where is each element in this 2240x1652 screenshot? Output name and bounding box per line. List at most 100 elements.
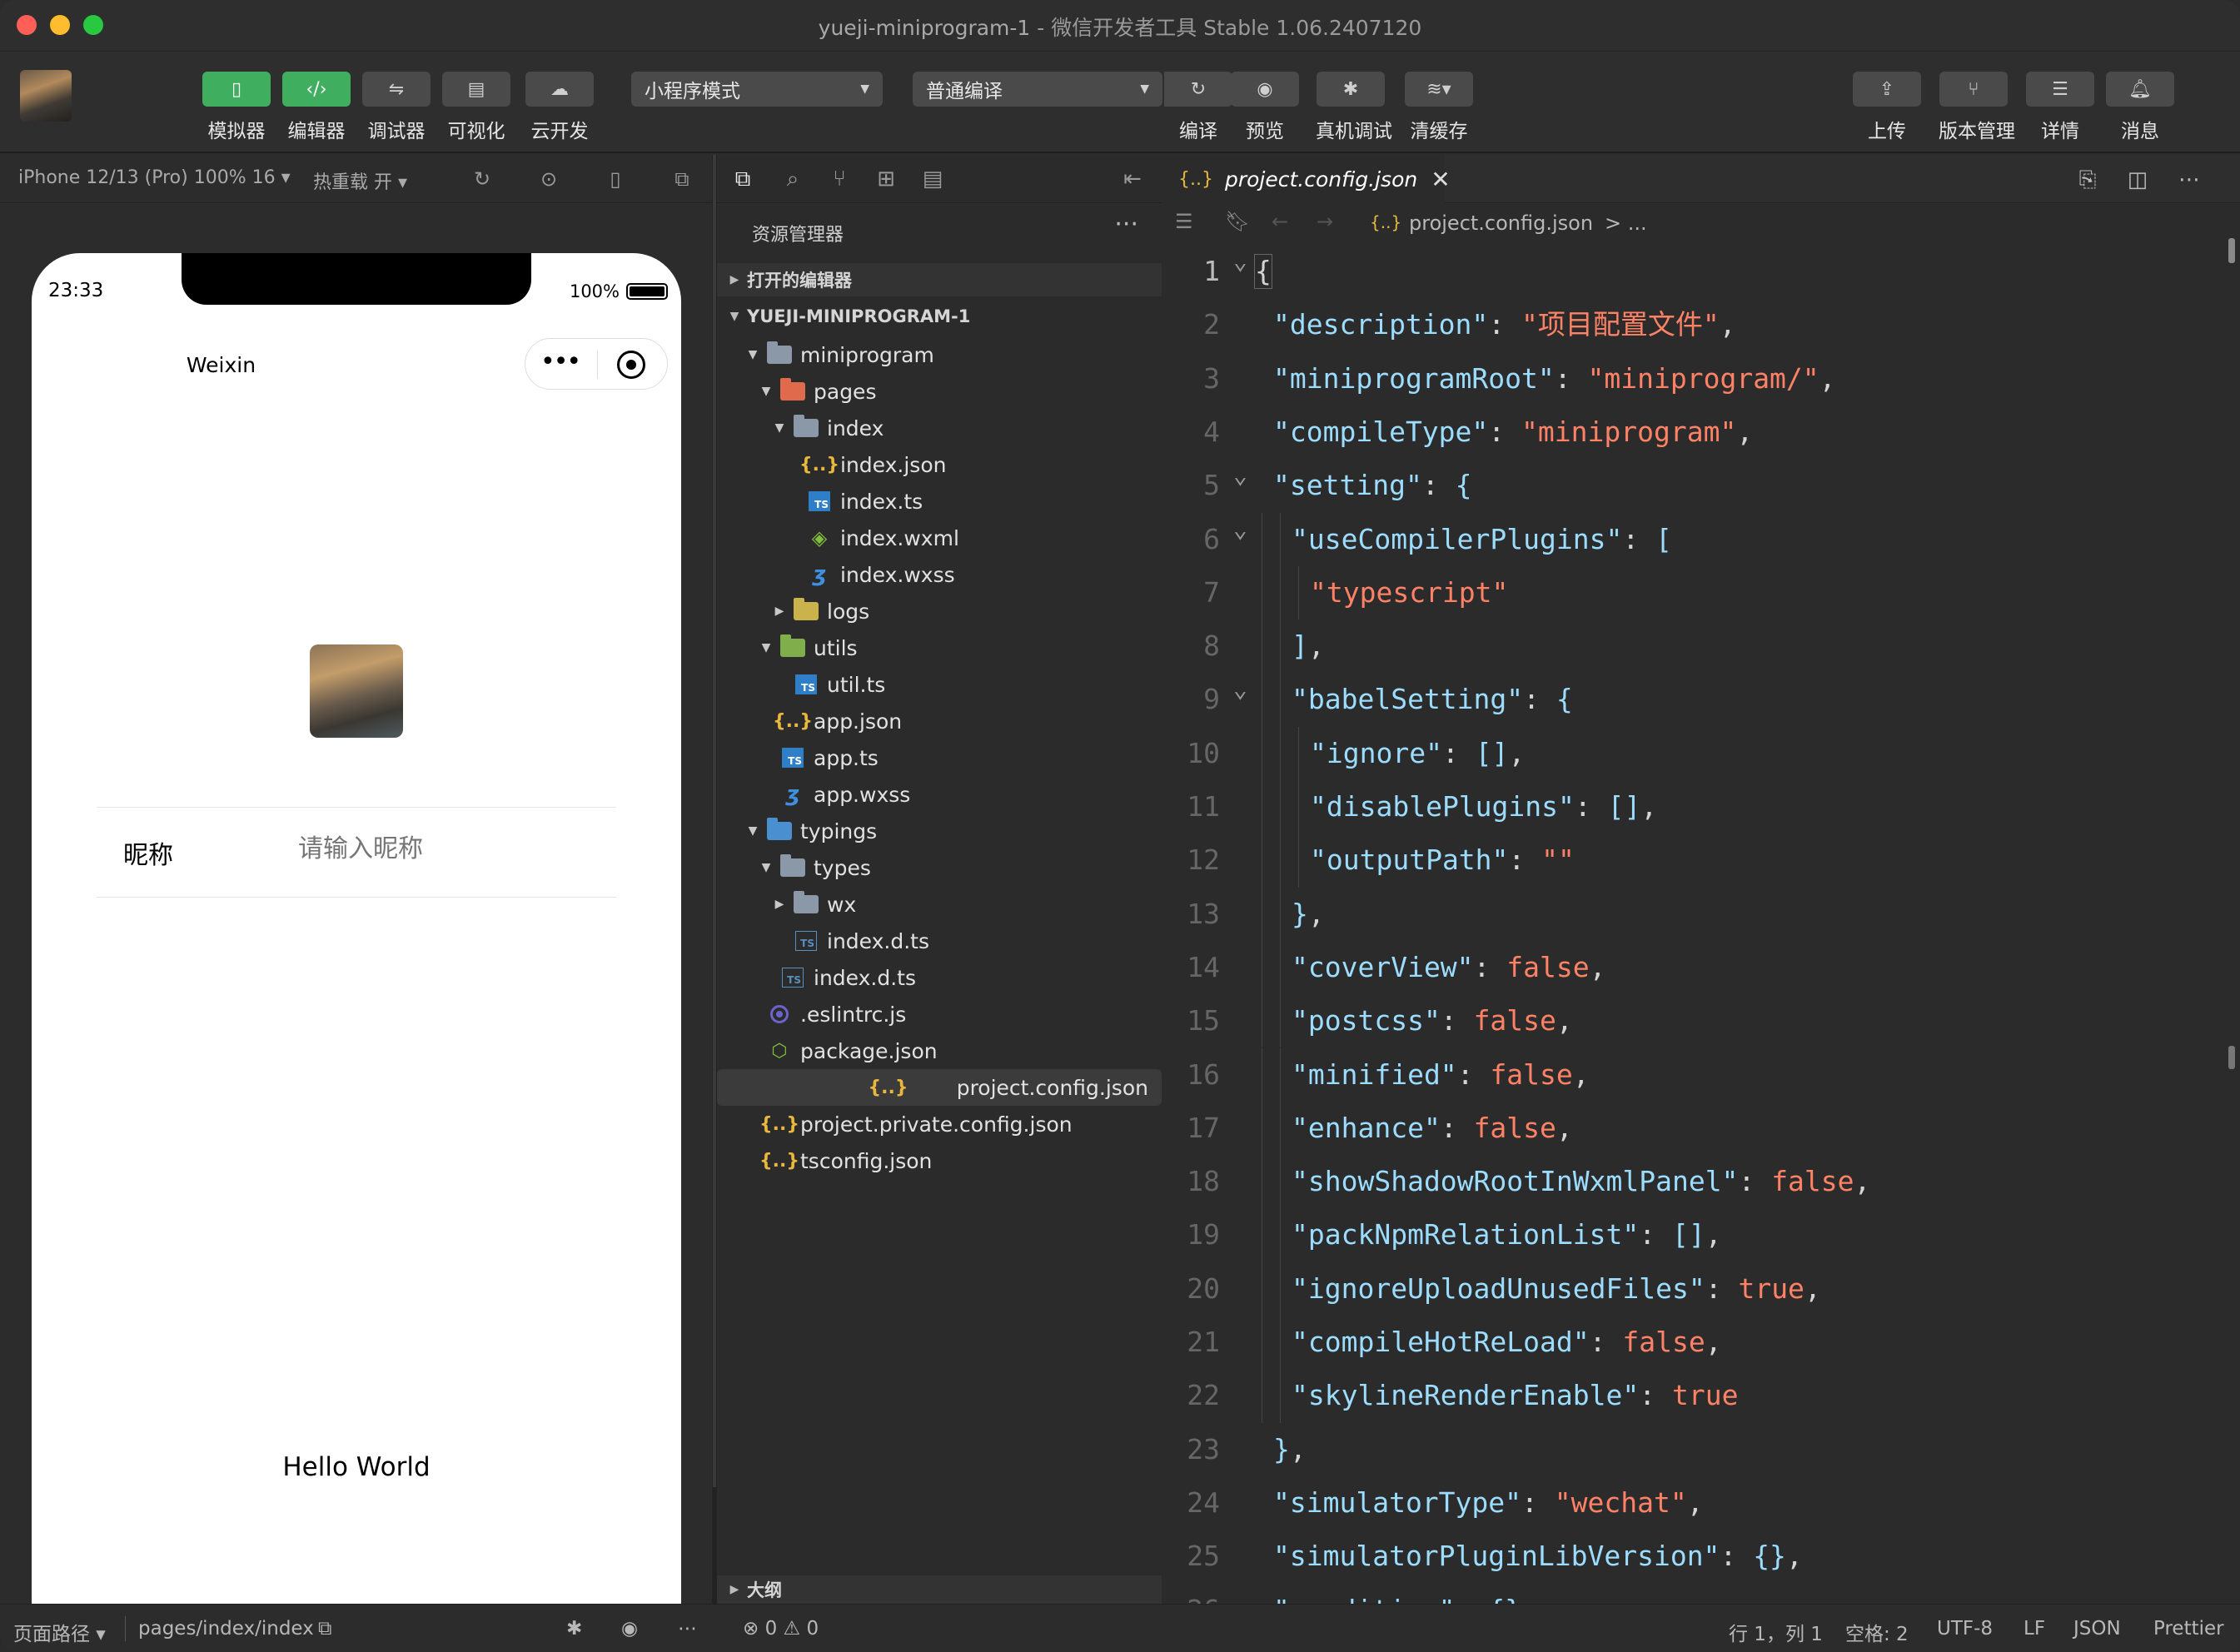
messages-button[interactable]: 🔔︎ 消息 bbox=[2105, 72, 2175, 143]
tree-item-label: package.json bbox=[800, 1038, 938, 1063]
debugger-toggle-button[interactable]: ⇋ 调试器 bbox=[361, 72, 431, 143]
tree-file[interactable]: {..} index.json bbox=[717, 446, 1162, 483]
tree-file[interactable]: {..} app.json bbox=[717, 703, 1162, 739]
choose-avatar-button[interactable] bbox=[310, 644, 403, 738]
scrollbar-thumb[interactable] bbox=[2228, 1046, 2235, 1069]
editor-toggle-button[interactable]: ‹/› 编辑器 bbox=[281, 72, 351, 143]
search-icon[interactable]: ⌕ bbox=[779, 165, 807, 193]
tree-file[interactable]: ʒ index.wxss bbox=[717, 556, 1162, 593]
fold-chevron-icon[interactable]: ⌄ bbox=[1233, 449, 1247, 502]
tree-file[interactable]: {..} project.private.config.json bbox=[717, 1106, 1162, 1142]
nickname-input[interactable] bbox=[298, 834, 598, 863]
open-file-icon[interactable]: ⎘ bbox=[2074, 167, 2101, 193]
tree-folder[interactable]: ▼ types bbox=[717, 849, 1162, 886]
tree-folder[interactable]: ▼ typings bbox=[717, 813, 1162, 849]
cloud-dev-button[interactable]: ☁ 云开发 bbox=[525, 72, 595, 143]
device-icon[interactable]: ▯ bbox=[603, 167, 628, 192]
mode-select[interactable]: 小程序模式 ▼ bbox=[631, 72, 883, 107]
hot-reload-select[interactable]: 热重载 开 ▾ bbox=[313, 167, 407, 194]
code-content[interactable]: 1 ⌄{2 "description": "项目配置文件", 3 "miniprogra… bbox=[1162, 245, 2240, 1604]
breadcrumb-file[interactable]: project.config.json bbox=[1409, 211, 1593, 235]
forward-icon[interactable]: → bbox=[1317, 210, 1333, 233]
scrollbar-marker[interactable] bbox=[2228, 238, 2235, 263]
more-icon[interactable]: ⋯ bbox=[678, 1618, 697, 1640]
layers-icon: ≋▾ bbox=[1405, 72, 1473, 107]
tree-file[interactable]: TS index.ts bbox=[717, 483, 1162, 520]
bug-icon[interactable]: ✱ bbox=[566, 1618, 582, 1640]
tree-folder[interactable]: ▼ index bbox=[717, 410, 1162, 446]
tree-file[interactable]: TS app.ts bbox=[717, 739, 1162, 776]
open-editors-section[interactable]: ▶ 打开的编辑器 bbox=[717, 263, 1162, 296]
tree-file[interactable]: ◈ index.wxml bbox=[717, 520, 1162, 556]
more-actions-icon[interactable]: ⋯ bbox=[2176, 167, 2203, 193]
eye-icon[interactable]: ◉ bbox=[621, 1618, 638, 1640]
more-dots-icon[interactable]: ••• bbox=[540, 347, 581, 376]
indentation[interactable]: 空格: 2 bbox=[1845, 1618, 1909, 1646]
fold-chevron-icon[interactable]: ⌄ bbox=[1233, 245, 1247, 288]
tree-folder[interactable]: ▼ utils bbox=[717, 629, 1162, 666]
stop-icon[interactable]: ⊙ bbox=[536, 167, 561, 192]
formatter[interactable]: Prettier bbox=[2153, 1618, 2224, 1640]
breadcrumb-more[interactable]: > ... bbox=[1605, 211, 1647, 235]
close-miniprogram-icon[interactable] bbox=[617, 351, 645, 379]
tree-file[interactable]: {..} project.config.json bbox=[717, 1069, 1162, 1106]
tree-folder[interactable]: ▶ wx bbox=[717, 886, 1162, 923]
fold-chevron-icon[interactable]: ⌄ bbox=[1233, 503, 1247, 556]
extensions-icon[interactable]: ⊞ bbox=[872, 165, 900, 193]
tree-folder[interactable]: ▼ pages bbox=[717, 373, 1162, 410]
language-mode[interactable]: JSON bbox=[2073, 1618, 2121, 1640]
list-icon[interactable]: ☰ bbox=[1175, 210, 1193, 233]
back-icon[interactable]: ← bbox=[1272, 210, 1288, 233]
simulator-toggle-button[interactable]: ▯ 模拟器 bbox=[202, 72, 271, 143]
upload-button[interactable]: ⇪ 上传 bbox=[1852, 72, 1922, 143]
indent-guide bbox=[1280, 1316, 1281, 1370]
detach-window-icon[interactable]: ⧉ bbox=[670, 167, 694, 192]
page-path-select[interactable]: 页面路径 ▾ bbox=[13, 1618, 106, 1646]
tree-file[interactable]: ⬡ package.json bbox=[717, 1032, 1162, 1069]
preview-button[interactable]: ◉ 预览 bbox=[1231, 72, 1299, 143]
source-control-icon[interactable]: ⑂ bbox=[825, 165, 854, 193]
storage-icon[interactable]: ▤ bbox=[918, 165, 947, 193]
outline-section[interactable]: ▶ 大纲 bbox=[717, 1575, 1162, 1604]
compile-mode-select[interactable]: 普通编译 ▼ bbox=[913, 72, 1162, 107]
compile-button[interactable]: ↻ 编译 bbox=[1164, 72, 1232, 143]
line-ending[interactable]: LF bbox=[2023, 1618, 2045, 1640]
explorer-more-button[interactable]: ··· bbox=[1114, 210, 1138, 239]
tree-file[interactable]: TS index.d.ts bbox=[717, 959, 1162, 996]
real-device-debug-button[interactable]: ✱ 真机调试 bbox=[1316, 72, 1392, 143]
visual-toggle-button[interactable]: ▤ 可视化 bbox=[441, 72, 511, 143]
details-button[interactable]: ☰ 详情 bbox=[2025, 72, 2095, 143]
files-icon[interactable]: ⧉ bbox=[729, 165, 757, 193]
tree-file[interactable]: ʒ app.wxss bbox=[717, 776, 1162, 813]
user-avatar[interactable] bbox=[20, 70, 72, 122]
cursor-position[interactable]: 行 1，列 1 bbox=[1729, 1618, 1823, 1646]
split-editor-icon[interactable]: ◫ bbox=[2124, 167, 2151, 193]
code-line: 9 ⌄ "babelSetting": { bbox=[1162, 673, 2240, 726]
tree-file[interactable]: TS index.d.ts bbox=[717, 923, 1162, 959]
close-tab-icon[interactable]: ✕ bbox=[1431, 166, 1450, 193]
device-select[interactable]: iPhone 12/13 (Pro) 100% 16 ▾ bbox=[18, 167, 291, 188]
miniprogram-capsule[interactable]: ••• bbox=[525, 338, 668, 390]
errors-indicator[interactable]: ⊗ 0 ⚠ 0 bbox=[743, 1618, 819, 1640]
chevron-down-icon: ▼ bbox=[774, 421, 784, 435]
line-number: 23 bbox=[1187, 1432, 1220, 1465]
bookmark-icon[interactable]: 🔖︎ bbox=[1225, 210, 1250, 233]
clear-cache-button[interactable]: ≋▾ 清缓存 bbox=[1404, 72, 1474, 143]
project-section[interactable]: ▼ YUEJI-MINIPROGRAM-1 bbox=[717, 300, 1162, 333]
code-text: }, bbox=[1273, 1423, 1307, 1476]
tree-file[interactable]: .eslintrc.js bbox=[717, 996, 1162, 1032]
refresh-icon[interactable]: ↻ bbox=[470, 167, 495, 192]
tree-folder[interactable]: ▶ logs bbox=[717, 593, 1162, 629]
tree-folder[interactable]: ▼ miniprogram bbox=[717, 336, 1162, 373]
indent-guide bbox=[1298, 726, 1299, 780]
encoding[interactable]: UTF-8 bbox=[1937, 1618, 1993, 1640]
collapse-panel-icon[interactable]: ⇤ bbox=[1118, 165, 1147, 193]
copy-icon[interactable]: ⧉ bbox=[318, 1618, 331, 1640]
code-token: false bbox=[1622, 1326, 1705, 1358]
tree-file[interactable]: TS util.ts bbox=[717, 666, 1162, 703]
version-management-button[interactable]: ⑂ 版本管理 bbox=[1939, 72, 2015, 143]
tree-file[interactable]: {..} tsconfig.json bbox=[717, 1142, 1162, 1179]
fold-chevron-icon[interactable]: ⌄ bbox=[1233, 663, 1247, 716]
battery-status: 100% bbox=[570, 281, 668, 301]
editor-tab-project-config[interactable]: {..} project.config.json ✕ bbox=[1162, 155, 1451, 203]
